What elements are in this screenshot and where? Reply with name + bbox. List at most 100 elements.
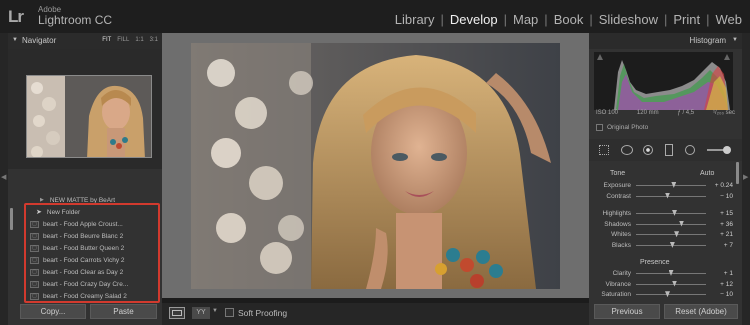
slider-label: Exposure (603, 181, 631, 189)
slider-value[interactable]: + 36 (711, 221, 733, 228)
zoom-1-1[interactable]: 1:1 (135, 37, 143, 43)
bottom-toolbar: YY ▼ Soft Proofing (162, 303, 589, 325)
presence-section-label: Presence (640, 259, 670, 266)
previous-button[interactable]: Previous (594, 304, 660, 319)
crop-tool-icon[interactable] (599, 145, 609, 155)
soft-proofing-checkbox[interactable] (225, 308, 234, 317)
slider-track[interactable] (636, 209, 706, 216)
red-eye-icon[interactable] (643, 145, 653, 155)
navigator-zoom-options: FIT FILL 1:1 3:1 (102, 37, 158, 43)
collapse-triangle-icon[interactable]: ▼ (12, 37, 18, 43)
slider-value[interactable]: − 10 (711, 193, 733, 200)
slider-knob[interactable] (672, 209, 677, 216)
histogram-graph (594, 52, 733, 110)
presence-sliders: Clarity + 1 Vibrance + 12 Saturation − 1… (589, 268, 733, 300)
slider-shadows[interactable]: Shadows + 36 (589, 219, 733, 230)
chevron-down-icon[interactable]: ▼ (212, 308, 218, 314)
slider-label: Whites (611, 231, 631, 239)
paste-button[interactable]: Paste (90, 304, 157, 319)
module-picker: Library | Develop | Map | Book | Slideshow | … (389, 12, 748, 27)
left-panel-toggle-strip[interactable]: ◀ (0, 33, 8, 325)
slider-knob[interactable] (665, 192, 670, 199)
app-logo: Lr (8, 7, 24, 26)
reset-button[interactable]: Reset (Adobe) (664, 304, 738, 319)
graduated-filter-icon[interactable] (665, 144, 673, 156)
module-slideshow[interactable]: Slideshow (593, 12, 664, 27)
right-scrollbar[interactable] (736, 162, 739, 184)
shutter-speed: ¹/₂₀₀ sec (713, 110, 735, 116)
slider-knob[interactable] (665, 291, 670, 298)
exif-info: ISO 100 120 mm ƒ / 4,5 ¹/₂₀₀ sec (596, 110, 735, 116)
slider-vibrance[interactable]: Vibrance + 12 (589, 279, 733, 290)
slider-label: Contrast (606, 192, 631, 200)
brand-name: Lightroom CC (38, 13, 113, 27)
auto-tone-button[interactable]: Auto (700, 170, 714, 177)
slider-knob[interactable] (679, 220, 684, 227)
slider-knob[interactable] (669, 241, 675, 248)
slider-track[interactable] (636, 291, 706, 298)
slider-label: Blacks (611, 241, 631, 249)
focal-length: 120 mm (636, 110, 659, 116)
slider-clarity[interactable]: Clarity + 1 (589, 268, 733, 279)
slider-value[interactable]: − 10 (711, 291, 733, 298)
module-book[interactable]: Book (548, 12, 590, 27)
original-photo-checkbox[interactable] (596, 124, 603, 131)
slider-value[interactable]: + 21 (711, 231, 733, 238)
tone-section-label: Tone (610, 170, 626, 177)
slider-track[interactable] (636, 181, 706, 188)
right-panel-toggle-strip[interactable]: ▶ (742, 33, 750, 325)
slider-track[interactable] (636, 280, 706, 287)
slider-saturation[interactable]: Saturation − 10 (589, 289, 733, 300)
adjustment-brush-icon[interactable] (707, 146, 731, 154)
spot-removal-icon[interactable] (621, 145, 633, 155)
tool-strip (589, 139, 742, 161)
module-web[interactable]: Web (710, 12, 749, 27)
module-map[interactable]: Map (507, 12, 544, 27)
zoom-fit[interactable]: FIT (102, 37, 111, 43)
slider-label: Clarity (612, 269, 631, 277)
slider-knob[interactable] (672, 280, 677, 287)
zoom-3-1[interactable]: 3:1 (150, 37, 158, 43)
iso-value: ISO 100 (596, 110, 619, 116)
slider-track[interactable] (636, 192, 706, 199)
slider-track[interactable] (636, 220, 706, 227)
main-photo[interactable] (191, 43, 560, 289)
scrollbar[interactable] (10, 208, 13, 230)
top-bar: Lr Adobe Lightroom CC Library | Develop | … (0, 0, 750, 33)
slider-value[interactable]: + 0.24 (711, 182, 733, 189)
copy-button[interactable]: Copy... (20, 304, 86, 319)
left-arrow-icon: ◀ (1, 174, 7, 181)
slider-track[interactable] (636, 269, 706, 276)
radial-filter-icon[interactable] (685, 145, 695, 155)
slider-blacks[interactable]: Blacks + 7 (589, 240, 733, 251)
slider-whites[interactable]: Whites + 21 (589, 229, 733, 240)
zoom-fill[interactable]: FILL (117, 37, 129, 43)
before-after-button[interactable]: YY (192, 307, 210, 319)
slider-label: Highlights (602, 209, 631, 217)
module-develop[interactable]: Develop (444, 12, 504, 27)
slider-contrast[interactable]: Contrast − 10 (589, 191, 733, 202)
slider-value[interactable]: + 12 (711, 281, 733, 288)
slider-value[interactable]: + 7 (711, 242, 733, 249)
slider-highlights[interactable]: Highlights + 15 (589, 208, 733, 219)
navigator-thumbnail[interactable] (26, 75, 152, 158)
slider-track[interactable] (636, 231, 706, 238)
slider-knob[interactable] (674, 231, 680, 238)
slider-label: Shadows (604, 220, 631, 228)
slider-value[interactable]: + 15 (711, 210, 733, 217)
slider-knob[interactable] (668, 269, 674, 276)
navigator-header[interactable]: ▼ Navigator FIT FILL 1:1 3:1 (8, 33, 162, 49)
module-print[interactable]: Print (667, 12, 706, 27)
selection-highlight-box (24, 203, 160, 303)
slider-knob[interactable] (671, 181, 677, 188)
slider-value[interactable]: + 1 (711, 270, 733, 277)
histogram-header[interactable]: Histogram ▼ (589, 33, 742, 49)
slider-label: Saturation (601, 291, 631, 299)
slider-exposure[interactable]: Exposure + 0.24 (589, 180, 733, 191)
slider-label: Vibrance (605, 280, 631, 288)
loupe-view-icon[interactable] (169, 307, 185, 319)
collapse-triangle-icon[interactable]: ▼ (732, 37, 738, 43)
module-library[interactable]: Library (389, 12, 441, 27)
slider-track[interactable] (636, 241, 706, 248)
tone-sliders-2: Highlights + 15 Shadows + 36 Whites + 21… (589, 208, 733, 251)
